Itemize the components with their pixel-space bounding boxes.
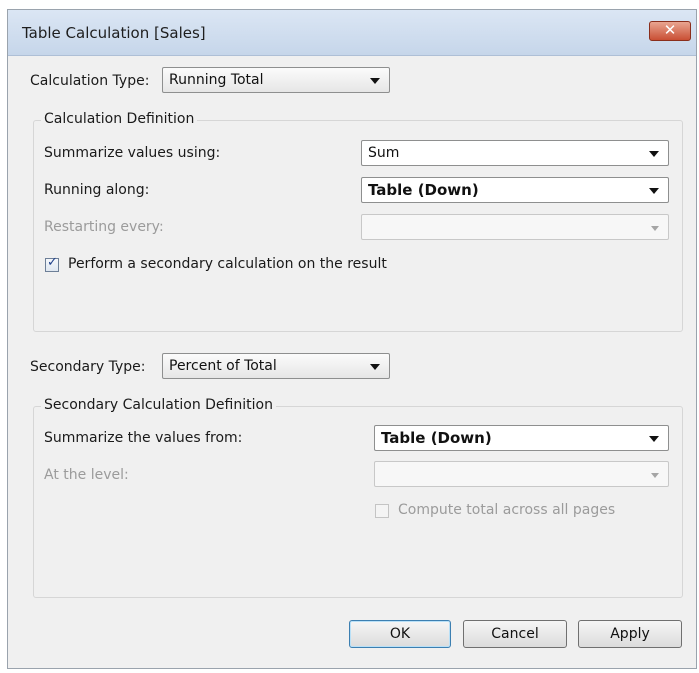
at-the-level-dropdown [374, 461, 669, 487]
checkmark-icon: ✓ [47, 255, 58, 270]
running-along-value: Table (Down) [368, 181, 479, 199]
table-calculation-dialog: Table Calculation [Sales] ✕ Calculation … [7, 9, 697, 669]
running-along-label: Running along: [44, 182, 150, 198]
title-bar: Table Calculation [Sales] ✕ [8, 10, 696, 56]
window-title: Table Calculation [Sales] [22, 24, 206, 42]
chevron-down-icon [649, 436, 659, 442]
close-button[interactable]: ✕ [649, 21, 691, 41]
secondary-type-dropdown[interactable]: Percent of Total [162, 353, 390, 379]
secondary-calculation-definition-title: Secondary Calculation Definition [41, 397, 276, 413]
summarize-values-value: Sum [368, 145, 400, 161]
running-along-dropdown[interactable]: Table (Down) [361, 177, 669, 203]
summarize-values-dropdown[interactable]: Sum [361, 140, 669, 166]
chevron-down-icon [651, 473, 659, 478]
secondary-calculation-label: Perform a secondary calculation on the r… [68, 256, 387, 272]
restarting-every-dropdown [361, 214, 669, 240]
summarize-values-label: Summarize values using: [44, 145, 221, 161]
cancel-button[interactable]: Cancel [463, 620, 567, 648]
calculation-type-label: Calculation Type: [30, 73, 150, 89]
summarize-from-dropdown[interactable]: Table (Down) [374, 425, 669, 451]
chevron-down-icon [651, 226, 659, 231]
chevron-down-icon [370, 78, 380, 84]
close-icon: ✕ [663, 21, 677, 39]
calculation-definition-title: Calculation Definition [41, 111, 198, 127]
at-the-level-label: At the level: [44, 467, 129, 483]
secondary-calculation-checkbox[interactable]: ✓ [45, 255, 59, 272]
apply-button[interactable]: Apply [578, 620, 682, 648]
secondary-type-value: Percent of Total [169, 358, 277, 374]
compute-total-label: Compute total across all pages [398, 502, 616, 518]
summarize-from-label: Summarize the values from: [44, 430, 243, 446]
chevron-down-icon [370, 364, 380, 370]
calculation-type-dropdown[interactable]: Running Total [162, 67, 390, 93]
restarting-every-label: Restarting every: [44, 219, 164, 235]
ok-button[interactable]: OK [349, 620, 451, 648]
summarize-from-value: Table (Down) [381, 429, 492, 447]
compute-total-checkbox [375, 504, 389, 518]
calculation-type-value: Running Total [169, 72, 264, 88]
secondary-type-label: Secondary Type: [30, 359, 146, 375]
chevron-down-icon [649, 188, 659, 194]
chevron-down-icon [649, 151, 659, 157]
